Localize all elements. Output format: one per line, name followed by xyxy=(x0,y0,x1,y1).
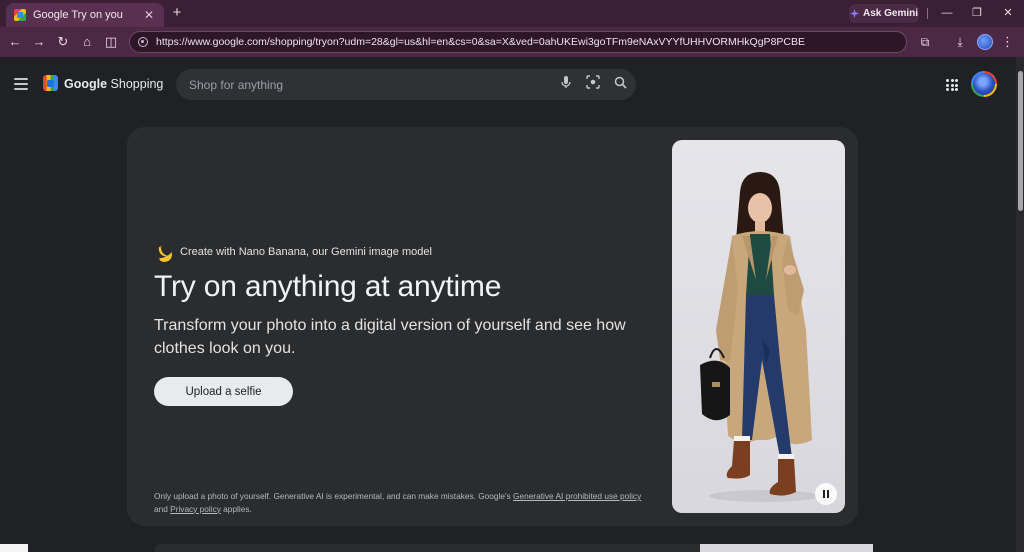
hero-subtitle: Transform your photo into a digital vers… xyxy=(154,317,626,357)
forward-arrow-icon[interactable]: → xyxy=(30,33,48,51)
ai-disclaimer: Only upload a photo of yourself. Generat… xyxy=(154,490,654,515)
brand-shopping: Shopping xyxy=(110,77,164,91)
pause-animation-button[interactable] xyxy=(815,483,837,505)
page-scrollbar[interactable] xyxy=(1016,57,1024,552)
hero-title: Try on anything at anytime xyxy=(154,270,502,303)
browser-tab[interactable]: Google Try on you ✕ xyxy=(6,3,164,27)
nano-banana-line: Create with Nano Banana, our Gemini imag… xyxy=(156,244,432,260)
next-section-photo xyxy=(700,544,873,552)
split-view-icon[interactable]: ◫ xyxy=(102,33,120,51)
try-on-hero-card: Create with Nano Banana, our Gemini imag… xyxy=(127,127,858,526)
back-arrow-icon[interactable]: ← xyxy=(6,33,24,51)
page-content: Google Shopping Create with Nano Banana, xyxy=(0,57,1016,552)
microphone-icon[interactable] xyxy=(555,74,577,96)
tab-close-icon[interactable]: ✕ xyxy=(142,8,156,22)
model-illustration xyxy=(700,172,819,502)
lens-camera-icon[interactable] xyxy=(582,74,604,96)
account-avatar[interactable] xyxy=(971,71,997,97)
reload-icon[interactable]: ↻ xyxy=(54,33,72,51)
google-shopping-logo-icon[interactable] xyxy=(43,75,58,91)
download-icon[interactable]: ⤓ xyxy=(951,33,969,51)
extensions-puzzle-icon[interactable]: ⧉ xyxy=(916,33,934,51)
ask-gemini-label: Ask Gemini xyxy=(862,8,919,19)
ask-gemini-button[interactable]: Ask Gemini xyxy=(849,4,919,23)
browser-tabstrip: Google Try on you ✕ + Ask Gemini — ❐ ✕ xyxy=(0,0,1024,27)
disclaimer-prefix: Only upload a photo of yourself. Generat… xyxy=(154,491,514,501)
banana-icon xyxy=(156,244,172,260)
window-controls-divider xyxy=(927,8,928,19)
model-photo xyxy=(672,140,845,513)
search-input[interactable] xyxy=(189,77,555,92)
shopping-header: Google Shopping xyxy=(0,57,1016,113)
google-apps-icon[interactable] xyxy=(946,79,958,91)
google-shopping-wordmark[interactable]: Google Shopping xyxy=(64,77,163,91)
new-tab-button[interactable]: + xyxy=(170,5,184,21)
tab-title: Google Try on you xyxy=(33,9,123,21)
browser-toolbar: ← → ↻ ⌂ ◫ https://www.google.com/shoppin… xyxy=(0,27,1024,57)
disclaimer-suffix: applies. xyxy=(220,503,252,514)
address-url: https://www.google.com/shopping/tryon?ud… xyxy=(156,36,805,48)
hamburger-menu-icon[interactable] xyxy=(14,78,28,90)
search-icon[interactable] xyxy=(609,74,631,96)
scrollbar-thumb[interactable] xyxy=(1018,71,1023,211)
privacy-policy-link[interactable]: Privacy policy xyxy=(170,504,221,514)
shopping-favicon-icon xyxy=(14,9,26,21)
browser-menu-icon[interactable]: ⋮ xyxy=(1001,33,1014,51)
close-window-button[interactable]: ✕ xyxy=(999,4,1017,22)
restore-button[interactable]: ❐ xyxy=(968,4,986,22)
gemini-sparkle-icon xyxy=(849,9,859,18)
site-info-icon[interactable] xyxy=(138,37,148,47)
home-icon[interactable]: ⌂ xyxy=(78,33,96,51)
address-bar[interactable]: https://www.google.com/shopping/tryon?ud… xyxy=(129,31,907,53)
minimize-button[interactable]: — xyxy=(938,4,956,22)
search-box xyxy=(176,69,636,100)
upload-selfie-button[interactable]: Upload a selfie xyxy=(154,377,293,406)
browser-profile-avatar[interactable] xyxy=(977,34,993,50)
brand-google: Google xyxy=(64,77,108,91)
page-corner-strip xyxy=(0,544,28,552)
nano-banana-text: Create with Nano Banana, our Gemini imag… xyxy=(180,246,432,258)
prohibited-use-policy-link[interactable]: Generative AI prohibited use policy xyxy=(513,491,641,501)
disclaimer-mid: and xyxy=(154,503,171,514)
